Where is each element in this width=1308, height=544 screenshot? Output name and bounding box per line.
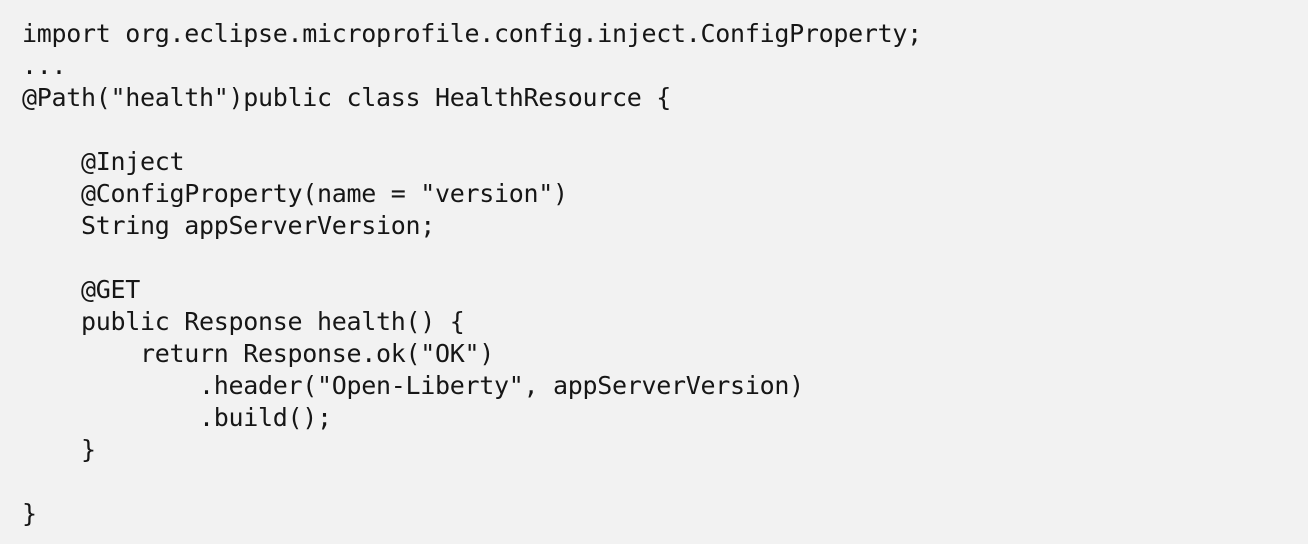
code-line-ellipsis: ... [22,51,67,80]
code-listing: import org.eclipse.microprofile.config.i… [22,18,1308,530]
code-line-class-declaration: @Path("health")public class HealthResour… [22,83,672,112]
code-line-header-call: .header("Open-Liberty", appServerVersion… [22,371,804,400]
code-block: import org.eclipse.microprofile.config.i… [0,0,1308,544]
code-line-field-declaration: String appServerVersion; [22,211,436,240]
code-line-build-call: .build(); [22,403,332,432]
code-line-return-statement: return Response.ok("OK") [22,339,495,368]
code-line-config-property-annotation: @ConfigProperty(name = "version") [22,179,568,208]
code-line-method-declaration: public Response health() { [22,307,465,336]
code-line-import: import org.eclipse.microprofile.config.i… [22,19,922,48]
code-line-method-close-brace: } [22,435,96,464]
code-line-inject-annotation: @Inject [22,147,185,176]
code-line-class-close-brace: } [22,499,37,528]
code-line-get-annotation: @GET [22,275,141,304]
